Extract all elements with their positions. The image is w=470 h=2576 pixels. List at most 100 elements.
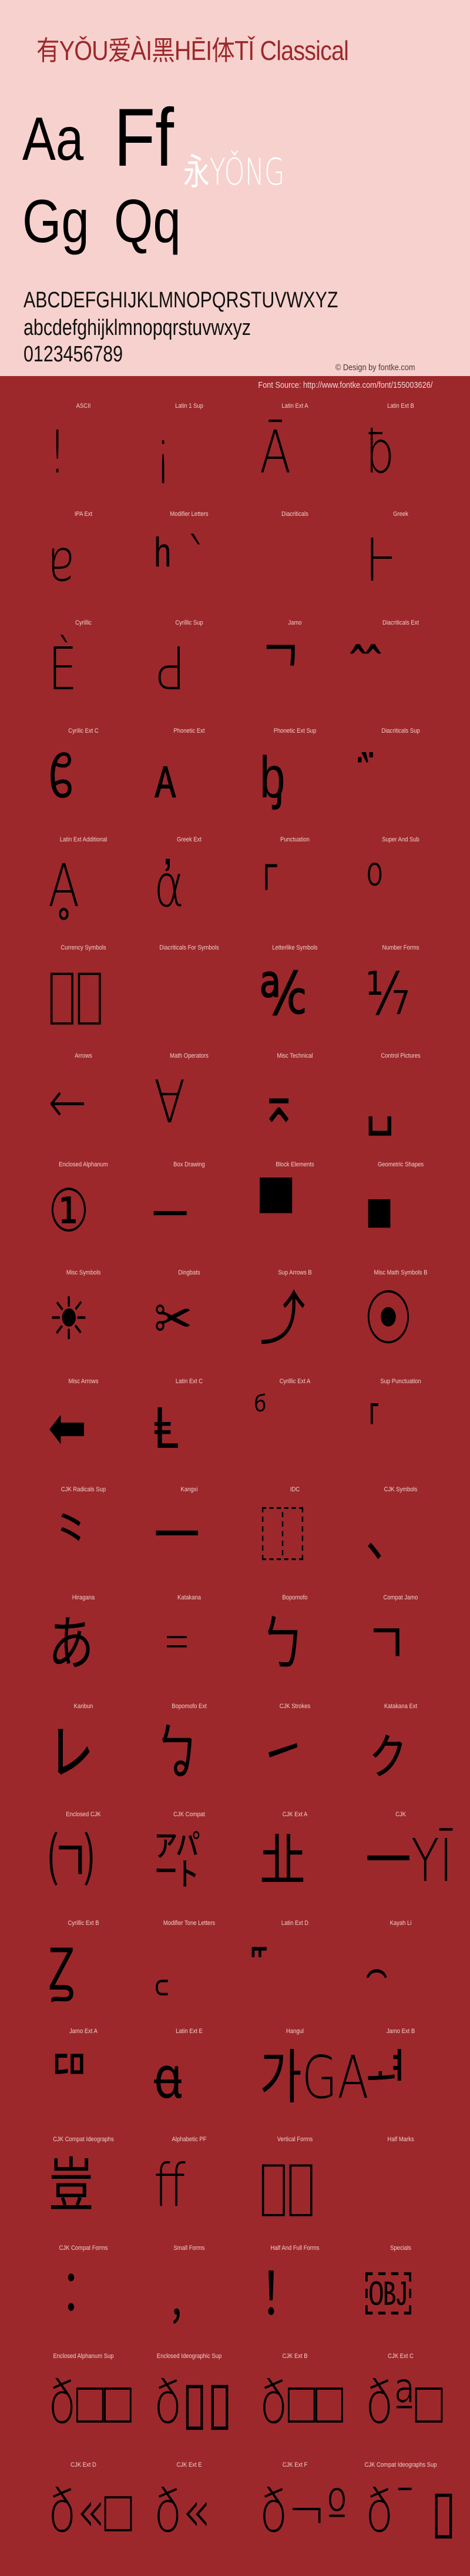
block-sample-glyph: ！ bbox=[260, 2259, 306, 2329]
block-cell: Cyrillic Sup Ԁ bbox=[130, 615, 248, 723]
block-label: Cyrillic Sup bbox=[175, 619, 203, 626]
block-sample-glyph: ﹐ bbox=[154, 2259, 200, 2329]
block-sample-glyph: ⼀ bbox=[154, 1501, 200, 1570]
block-cell: Latin Ext A Ā bbox=[236, 398, 354, 507]
block-cell: Diacriticals Ext᪰ bbox=[342, 615, 459, 723]
block-cell: Phonetic Ext Sup ᶀ bbox=[236, 723, 354, 831]
block-label: Cyrillic bbox=[75, 619, 92, 626]
block-cell: CJK Ext A 㐀 bbox=[236, 1807, 354, 1915]
block-label: Diacriticals Sup bbox=[381, 727, 420, 735]
block-label: Punctuation bbox=[280, 836, 310, 843]
specimen-gg: Gg bbox=[22, 187, 89, 256]
block-label: Misc Technical bbox=[277, 1052, 313, 1060]
block-label: Jamo bbox=[288, 619, 302, 626]
block-label: Half Marks bbox=[387, 2136, 414, 2144]
block-label: CJK Ext F bbox=[282, 2461, 308, 2468]
font-source-link[interactable]: Font Source: http://www.fontke.com/font/… bbox=[258, 380, 432, 390]
block-cell: CJK Compat ㌀ bbox=[130, 1807, 248, 1915]
block-sample-glyph: ð«□ bbox=[48, 2476, 132, 2545]
block-cell: Cyrillic Ext B Ꙁ bbox=[25, 1916, 142, 2024]
block-sample-glyph: ℀ bbox=[260, 960, 307, 1028]
block-label: Modifier Letters bbox=[170, 511, 209, 518]
block-sample-glyph: ㈀ bbox=[48, 1826, 94, 1896]
block-sample-glyph: ① bbox=[48, 1176, 89, 1245]
block-label: Misc Arrows bbox=[68, 1377, 99, 1385]
block-cell: Bopomofo Ext ㆠ bbox=[130, 1699, 248, 1807]
block-label: Jamo Ext B bbox=[386, 2028, 415, 2035]
block-label: Enclosed Alphanum bbox=[59, 1160, 108, 1168]
block-cell: Enclosed CJK ㈀ bbox=[25, 1807, 142, 1915]
block-cell: Katakana Ext ㇰ bbox=[342, 1699, 459, 1807]
block-label: CJK Compat Forms bbox=[59, 2244, 108, 2252]
block-sample-glyph: ⸢ bbox=[365, 1393, 384, 1462]
block-cell: Alphabetic PF ﬀ bbox=[130, 2132, 248, 2240]
block-label: Jamo Ext A bbox=[69, 2028, 98, 2035]
block-cell: Latin Ext C Ⱡ bbox=[130, 1374, 248, 1482]
block-cell: Misc Symbols ☀ bbox=[25, 1265, 142, 1373]
block-cell: Cyrillic Ext Aⷠ bbox=[236, 1374, 354, 1482]
block-sample-glyph: ⺀ bbox=[48, 1501, 94, 1570]
block-cell: CJK Symbols 、 bbox=[342, 1482, 459, 1590]
block-sample-glyph: Ā bbox=[260, 418, 291, 487]
block-label: Diacriticals bbox=[281, 511, 308, 518]
block-cell: Cyrillic Ѐ bbox=[25, 615, 142, 723]
block-label: CJK Ext A bbox=[282, 1811, 308, 1819]
block-cell: CJK Compat Ideographs 豈 bbox=[25, 2132, 142, 2240]
block-sample-glyph: Ḁ bbox=[48, 851, 80, 920]
block-label: Vertical Forms bbox=[277, 2136, 313, 2144]
block-label: Latin Ext E bbox=[176, 2028, 203, 2035]
block-cell: Number Forms ⅐ bbox=[342, 940, 459, 1048]
block-label: CJK bbox=[395, 1811, 406, 1819]
block-label: Small Forms bbox=[173, 2244, 205, 2252]
block-sample-glyph: ▀ bbox=[260, 1176, 293, 1245]
block-sample-glyph: ⦿ bbox=[365, 1284, 411, 1354]
block-cell: Compat Jamo ㄱ bbox=[342, 1590, 459, 1698]
block-sample-glyph: ᶀ bbox=[260, 743, 286, 812]
block-sample-glyph: あ bbox=[48, 1609, 94, 1679]
block-label: ASCII bbox=[76, 402, 91, 410]
block-sample-glyph: ⅐ bbox=[365, 960, 410, 1028]
block-label: IPA Ext bbox=[74, 511, 93, 518]
block-label: CJK Radicals Sup bbox=[61, 1486, 106, 1493]
block-label: Latin Ext Additional bbox=[59, 836, 108, 843]
block-label: Number Forms bbox=[382, 944, 419, 951]
block-cell: Latin 1 Sup ¡ bbox=[130, 398, 248, 507]
block-cell: Enclosed Ideographic Sup ð▯▯ bbox=[130, 2349, 248, 2457]
block-sample-glyph: ð« bbox=[154, 2476, 210, 2545]
block-label: Alphabetic PF bbox=[172, 2136, 207, 2144]
block-label: Greek Ext bbox=[176, 836, 202, 843]
block-label: Phonetic Ext Sup bbox=[273, 727, 317, 735]
block-cell: Super And Sub ⁰ bbox=[342, 832, 459, 940]
block-cell: Diacriticals bbox=[236, 507, 354, 615]
block-label: Hiragana bbox=[72, 1594, 95, 1602]
block-cell: Diacriticals For Symbols bbox=[130, 940, 248, 1048]
block-label: Katakana bbox=[177, 1594, 201, 1602]
block-cell: Block Elements ▀ bbox=[236, 1157, 354, 1265]
block-label: Cyrilic Ext C bbox=[68, 727, 99, 735]
block-label: Arrows bbox=[75, 1052, 92, 1060]
block-sample-glyph: ₠⃝ bbox=[48, 960, 103, 1028]
block-sample-glyph: ⌅ bbox=[260, 1068, 298, 1137]
block-label: Enclosed Alphanum Sup bbox=[53, 2353, 114, 2360]
block-cell: IPA Ext ɐ bbox=[25, 507, 142, 615]
block-sample-glyph: 一YĪ bbox=[365, 1826, 453, 1896]
block-cell: Arrows ← bbox=[25, 1048, 142, 1156]
block-label: Hangul bbox=[286, 2028, 304, 2035]
block-sample-glyph: ︰ bbox=[48, 2259, 94, 2329]
block-cell: Control Pictures ␣ bbox=[342, 1048, 459, 1156]
block-sample-glyph: ㇀ bbox=[260, 1718, 306, 1787]
block-sample-glyph: ⿰ bbox=[260, 1501, 306, 1570]
block-label: CJK Compat Ideographs Sup bbox=[364, 2461, 437, 2468]
block-sample-glyph: ꤮ bbox=[365, 1934, 388, 2004]
block-sample-glyph: 、 bbox=[365, 1501, 411, 1570]
block-label: Enclosed Ideographic Sup bbox=[156, 2353, 222, 2360]
block-cell: CJK Compat Forms ︰ bbox=[25, 2240, 142, 2349]
block-label: Latin Ext C bbox=[175, 1377, 203, 1385]
block-sample-glyph: ð▯▯ bbox=[154, 2368, 233, 2437]
block-label: IDC bbox=[290, 1486, 300, 1493]
block-label: Enclosed CJK bbox=[66, 1811, 101, 1819]
block-sample-glyph: ᄀ bbox=[260, 634, 302, 703]
block-sample-glyph: ⤴ bbox=[260, 1284, 306, 1354]
block-label: CJK Strokes bbox=[279, 1702, 311, 1710]
block-cell: Phonetic Ext ᴀ bbox=[130, 723, 248, 831]
